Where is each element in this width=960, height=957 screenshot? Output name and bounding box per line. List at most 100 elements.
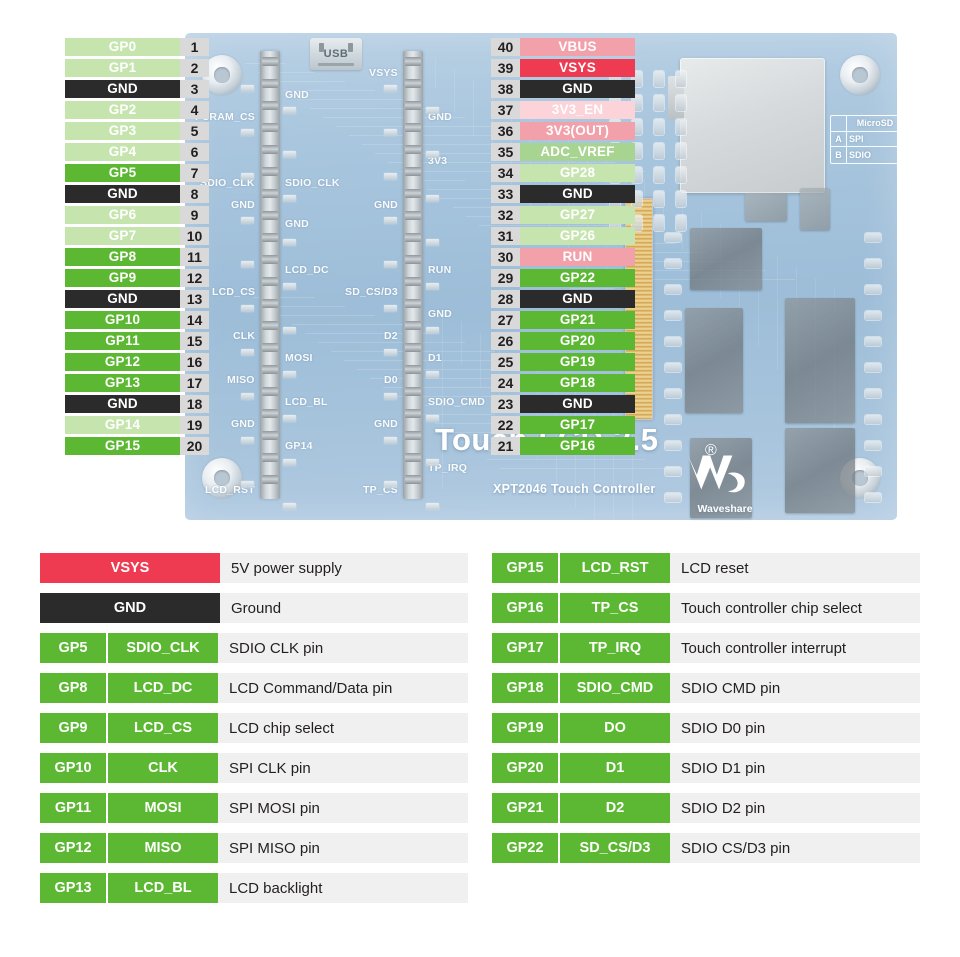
silkscreen-label: SDIO_CLK <box>285 177 340 189</box>
vendor-name: Waveshare <box>697 503 753 515</box>
pin-label: GP0 <box>65 38 180 56</box>
pin-label: GP27 <box>520 206 635 224</box>
microsd-mode-legend: MicroSD A SPI B SDIO <box>830 115 902 164</box>
pcb-trace <box>777 256 778 370</box>
pin-function-table-right: GP15 LCD_RST LCD reset GP16 TP_CS Touch contr… <box>492 553 920 863</box>
solder-pad <box>426 371 439 378</box>
microsd-legend-header: MicroSD <box>847 116 901 132</box>
silkscreen-label: SDIO_CMD <box>428 396 486 408</box>
legend-row: GP11 MOSI SPI MOSI pin <box>40 793 468 823</box>
header-pin <box>262 79 278 88</box>
legend-row: GP16 TP_CS Touch controller chip select <box>492 593 920 623</box>
pin-row: 23 GND <box>491 395 635 413</box>
silkscreen-label: MOSI <box>285 352 313 364</box>
header-pin <box>262 299 278 308</box>
pin-number: 4 <box>180 101 209 119</box>
pin-row: 32 GP27 <box>491 206 635 224</box>
pin-row: 21 GP16 <box>491 437 635 455</box>
legend-description: LCD chip select <box>229 719 335 737</box>
microsd-legend-corner <box>831 116 847 132</box>
pin-number: 11 <box>180 248 209 266</box>
legend-gpio: GP13 <box>40 873 108 903</box>
pin-row: GP8 11 <box>65 248 209 266</box>
smd-pad <box>665 259 681 268</box>
pin-label: ADC_VREF <box>520 143 635 161</box>
smd-pad <box>865 233 881 242</box>
pin-row: 30 RUN <box>491 248 635 266</box>
smd-pad <box>865 337 881 346</box>
pin-row: GP7 10 <box>65 227 209 245</box>
pcb-trace <box>500 468 675 469</box>
pin-row: GP2 4 <box>65 101 209 119</box>
solder-pad <box>384 305 397 312</box>
smd-pad <box>665 467 681 476</box>
pin-label: GP22 <box>520 269 635 287</box>
pin-number: 7 <box>180 164 209 182</box>
smd-pad <box>865 441 881 450</box>
legend-function: MOSI <box>108 793 218 823</box>
pin-function-table-left: VSYS 5V power supply GND Ground GP5 SDIO_CLK S… <box>40 553 468 903</box>
microsd-legend-value-b: SDIO <box>849 150 872 161</box>
pin-label: GP7 <box>65 227 180 245</box>
legend-function: D1 <box>560 753 670 783</box>
pin-label: GP26 <box>520 227 635 245</box>
legend-description: SDIO D1 pin <box>681 759 766 777</box>
legend-function: LCD_DC <box>108 673 218 703</box>
solder-pad <box>384 393 397 400</box>
pin-label: GP10 <box>65 311 180 329</box>
smd-pad <box>654 167 664 183</box>
smd-pad <box>665 493 681 502</box>
solder-pad <box>384 481 397 488</box>
solder-pad <box>384 173 397 180</box>
smd-pad <box>665 337 681 346</box>
legend-function: VSYS <box>40 553 220 583</box>
legend-row: GP15 LCD_RST LCD reset <box>492 553 920 583</box>
pcb-trace <box>487 459 645 460</box>
smd-pad <box>676 167 686 183</box>
solder-pad <box>241 393 254 400</box>
integrated-circuit <box>685 308 743 413</box>
solder-pad <box>241 129 254 136</box>
pin-row: GP13 17 <box>65 374 209 392</box>
header-pin <box>405 123 421 132</box>
pin-label: GP14 <box>65 416 180 434</box>
legend-function: TP_CS <box>560 593 670 623</box>
header-pin <box>262 453 278 462</box>
legend-row: GP12 MISO SPI MISO pin <box>40 833 468 863</box>
pin-label: GND <box>65 80 180 98</box>
legend-row: GP9 LCD_CS LCD chip select <box>40 713 468 743</box>
silkscreen-label: GP14 <box>285 440 313 452</box>
header-pin <box>262 365 278 374</box>
pin-number: 38 <box>491 80 520 98</box>
silkscreen-label: LCD_BL <box>285 396 328 408</box>
solder-pad <box>384 437 397 444</box>
solder-pad <box>426 283 439 290</box>
silkscreen-label: CLK <box>233 330 256 342</box>
pin-row: 33 GND <box>491 185 635 203</box>
header-pin <box>262 233 278 242</box>
solder-pad <box>426 415 439 422</box>
pin-label: GP13 <box>65 374 180 392</box>
legend-function: SDIO_CMD <box>560 673 670 703</box>
smd-pad <box>665 285 681 294</box>
pin-row: 34 GP28 <box>491 164 635 182</box>
pin-row: GP3 5 <box>65 122 209 140</box>
pin-row: GP5 7 <box>65 164 209 182</box>
solder-pad <box>384 261 397 268</box>
header-pin <box>262 255 278 264</box>
legend-gpio: GP8 <box>40 673 108 703</box>
pin-label: GP5 <box>65 164 180 182</box>
header-pin <box>405 211 421 220</box>
smd-pad <box>676 215 686 231</box>
microsd-legend-key-b: B <box>831 147 847 163</box>
smd-pad <box>676 191 686 207</box>
pin-number: 26 <box>491 332 520 350</box>
header-pin <box>262 189 278 198</box>
smd-pad <box>654 215 664 231</box>
header-pin <box>405 255 421 264</box>
header-pin <box>262 277 278 286</box>
board-subtitle: XPT2046 Touch Controller <box>493 482 656 496</box>
legend-row: GP5 SDIO_CLK SDIO CLK pin <box>40 633 468 663</box>
header-pin <box>262 387 278 396</box>
legend-description: SDIO CS/D3 pin <box>681 839 791 857</box>
